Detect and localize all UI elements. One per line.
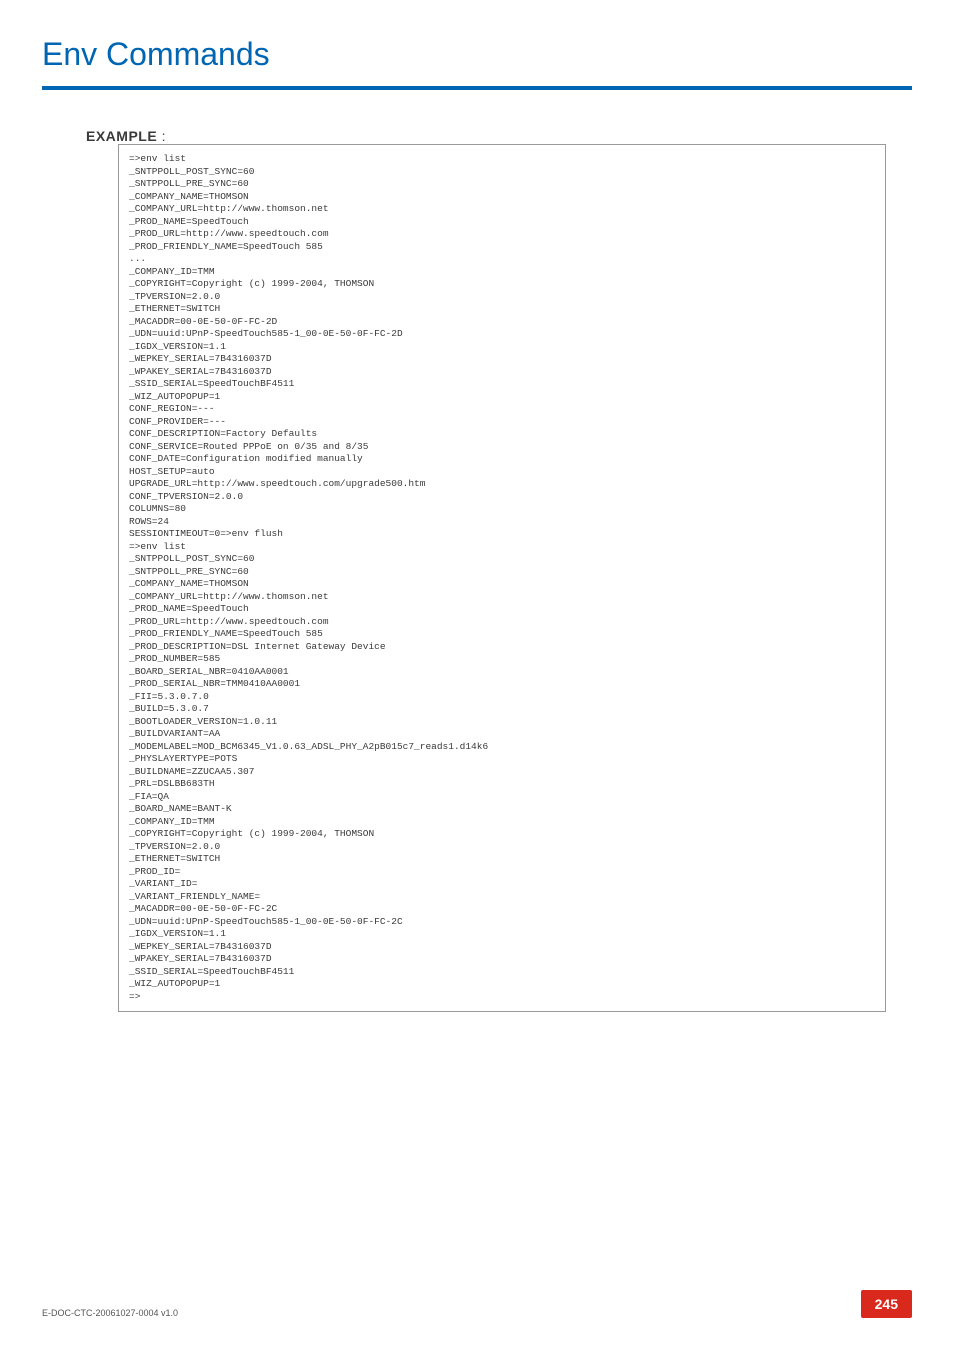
example-label-text: EXAMPLE	[86, 128, 157, 144]
title-rule	[42, 86, 912, 90]
example-label: EXAMPLE :	[86, 128, 166, 144]
footer-doc-id: E-DOC-CTC-20061027-0004 v1.0	[42, 1308, 178, 1318]
example-label-colon: :	[157, 128, 166, 144]
code-example-box: =>env list _SNTPPOLL_POST_SYNC=60 _SNTPP…	[118, 144, 886, 1012]
page-footer: E-DOC-CTC-20061027-0004 v1.0 245	[42, 1290, 912, 1318]
page-number-badge: 245	[861, 1290, 912, 1318]
code-example-content: =>env list _SNTPPOLL_POST_SYNC=60 _SNTPP…	[129, 153, 875, 1003]
page-title: Env Commands	[42, 36, 270, 73]
